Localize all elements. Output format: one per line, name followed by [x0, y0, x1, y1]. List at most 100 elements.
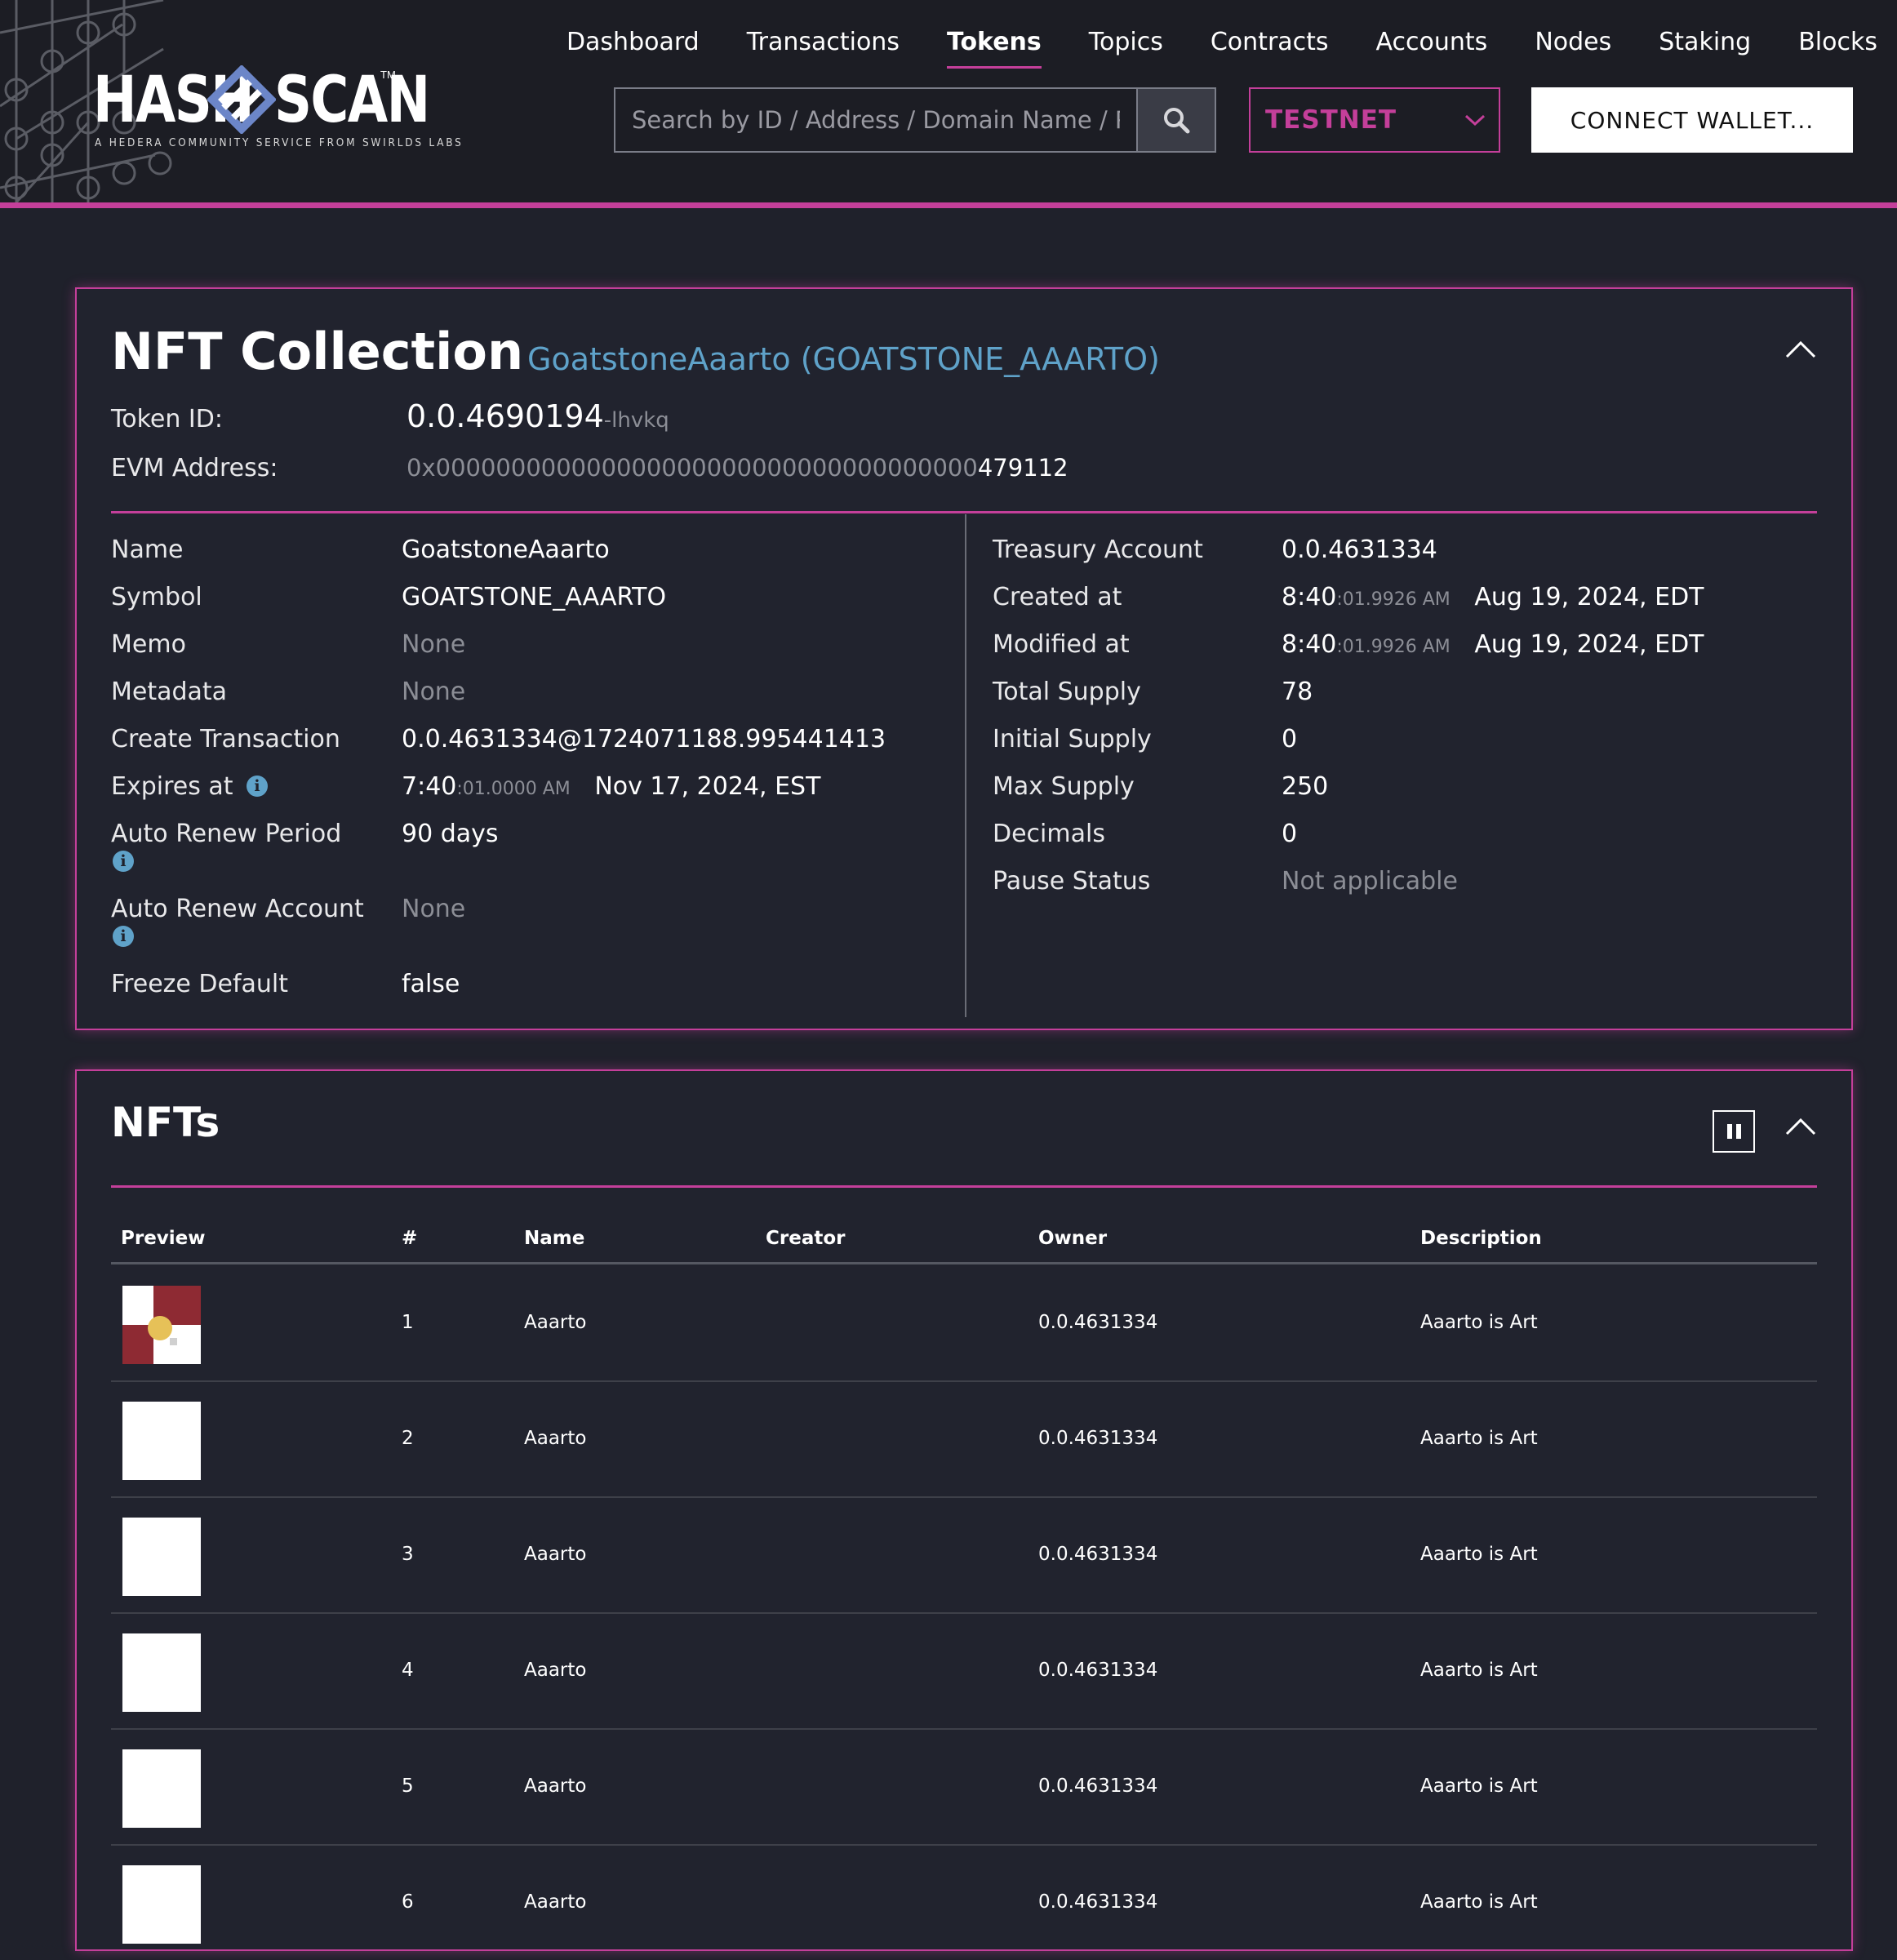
logo-diamond-icon [207, 65, 276, 134]
section-divider [111, 511, 1817, 513]
decimals-label: Decimals [993, 820, 1105, 848]
table-row[interactable]: 3 Aaarto 0.0.4631334 Aaarto is Art [111, 1496, 1817, 1614]
nft-owner[interactable]: 0.0.4631334 [1038, 1264, 1157, 1380]
search-button[interactable] [1136, 89, 1215, 151]
table-row[interactable]: 6 Aaarto 0.0.4631334 Aaarto is Art [111, 1844, 1817, 1960]
info-icon[interactable]: i [113, 926, 134, 947]
hashscan-logo[interactable]: HASH SCAN TM A HEDERA COMMUNITY SERVICE … [93, 64, 461, 153]
nft-owner[interactable]: 0.0.4631334 [1038, 1728, 1157, 1844]
nav-nodes[interactable]: Nodes [1511, 24, 1635, 60]
expires-date: Nov 17, 2024, EST [594, 772, 821, 801]
network-select-value: TESTNET [1265, 105, 1397, 135]
logo-trademark: TM [380, 69, 396, 81]
symbol-label: Symbol [111, 583, 202, 611]
nft-owner[interactable]: 0.0.4631334 [1038, 1612, 1157, 1728]
created-time: 8:40 [1282, 583, 1337, 611]
freeze-default-label: Freeze Default [111, 970, 289, 998]
create-transaction-label: Create Transaction [111, 725, 340, 753]
metadata-value: None [402, 678, 466, 706]
nft-serial: 1 [402, 1312, 414, 1333]
auto-renew-account-value: None [402, 895, 466, 923]
token-id-value: 0.0.4690194-lhvkq [406, 398, 669, 434]
total-supply-value: 78 [1282, 678, 1313, 706]
evm-address-value: 0x00000000000000000000000000000000000047… [406, 454, 1068, 482]
pause-button[interactable] [1713, 1110, 1755, 1153]
collection-subtitle: GoatstoneAaarto (GOATSTONE_AAARTO) [527, 341, 1160, 377]
pause-status-label: Pause Status [993, 867, 1151, 896]
pause-icon [1726, 1124, 1732, 1139]
nav-dashboard[interactable]: Dashboard [543, 24, 723, 60]
created-at-value: 8:40:01.9926 AM Aug 19, 2024, EDT [1282, 583, 1704, 611]
nft-description: Aaarto is Art [1420, 1428, 1538, 1449]
table-row[interactable]: 1 Aaarto 0.0.4631334 Aaarto is Art [111, 1264, 1817, 1382]
network-select[interactable]: TESTNET [1249, 87, 1500, 153]
nft-name: Aaarto [524, 1544, 587, 1565]
card-title: NFT Collection [111, 322, 524, 381]
nft-owner[interactable]: 0.0.4631334 [1038, 1496, 1157, 1612]
nft-owner[interactable]: 0.0.4631334 [1038, 1380, 1157, 1496]
nft-description: Aaarto is Art [1420, 1891, 1538, 1913]
nav-accounts[interactable]: Accounts [1353, 24, 1512, 60]
pause-icon-bar [1735, 1124, 1741, 1139]
search-icon [1164, 108, 1190, 134]
nav-contracts[interactable]: Contracts [1187, 24, 1353, 60]
nav-topics[interactable]: Topics [1065, 24, 1187, 60]
nav-tokens[interactable]: Tokens [923, 24, 1065, 69]
nft-name: Aaarto [524, 1891, 587, 1913]
search-bar [614, 87, 1216, 153]
nft-serial: 4 [402, 1660, 414, 1681]
memo-label: Memo [111, 630, 186, 659]
total-supply-label: Total Supply [993, 678, 1141, 706]
symbol-value: GOATSTONE_AAARTO [402, 583, 667, 611]
name-label: Name [111, 536, 184, 564]
nft-preview-image[interactable] [122, 1518, 201, 1596]
column-header-creator[interactable]: Creator [766, 1228, 845, 1249]
column-header-preview[interactable]: Preview [121, 1228, 206, 1249]
info-icon[interactable]: i [247, 776, 268, 797]
expires-seconds: :01.0000 AM [456, 779, 571, 799]
table-row[interactable]: 4 Aaarto 0.0.4631334 Aaarto is Art [111, 1612, 1817, 1730]
nft-preview-image[interactable] [122, 1749, 201, 1828]
nft-description: Aaarto is Art [1420, 1776, 1538, 1797]
nft-preview-image[interactable] [122, 1402, 201, 1480]
collapse-chevron-up-icon[interactable] [1784, 340, 1817, 359]
auto-renew-account-label: Auto Renew Account [111, 895, 364, 923]
modified-at-label: Modified at [993, 630, 1130, 659]
nft-preview-image[interactable] [122, 1633, 201, 1712]
created-at-label: Created at [993, 583, 1122, 611]
column-header-description[interactable]: Description [1420, 1228, 1542, 1249]
nft-preview-image[interactable] [122, 1865, 201, 1944]
nft-owner[interactable]: 0.0.4631334 [1038, 1844, 1157, 1960]
treasury-account-link[interactable]: 0.0.4631334 [1282, 536, 1437, 564]
collapse-chevron-up-icon[interactable] [1784, 1117, 1817, 1136]
modified-time: 8:40 [1282, 630, 1337, 659]
evm-address-suffix: 479112 [977, 454, 1068, 482]
freeze-default-value: false [402, 970, 460, 998]
column-header-owner[interactable]: Owner [1038, 1228, 1107, 1249]
nft-description: Aaarto is Art [1420, 1312, 1538, 1333]
nft-preview-image[interactable] [122, 1286, 201, 1364]
nfts-card: NFTs Preview # Name Creator Owner Descri… [75, 1069, 1853, 1951]
max-supply-value: 250 [1282, 772, 1329, 801]
top-header: HASH SCAN TM A HEDERA COMMUNITY SERVICE … [0, 0, 1897, 208]
treasury-account-label: Treasury Account [993, 536, 1203, 564]
token-id: 0.0.4690194 [406, 398, 604, 434]
column-header-serial[interactable]: # [402, 1228, 417, 1249]
table-row[interactable]: 5 Aaarto 0.0.4631334 Aaarto is Art [111, 1728, 1817, 1846]
initial-supply-label: Initial Supply [993, 725, 1152, 753]
nav-blocks[interactable]: Blocks [1775, 24, 1877, 60]
table-row[interactable]: 2 Aaarto 0.0.4631334 Aaarto is Art [111, 1380, 1817, 1498]
nft-serial: 6 [402, 1891, 414, 1913]
chevron-down-icon [1464, 114, 1486, 127]
search-input[interactable] [615, 89, 1136, 151]
nav-staking[interactable]: Staking [1635, 24, 1775, 60]
nav-transactions[interactable]: Transactions [723, 24, 923, 60]
info-icon[interactable]: i [113, 851, 134, 872]
column-header-name[interactable]: Name [524, 1228, 584, 1249]
decimals-value: 0 [1282, 820, 1298, 848]
connect-wallet-button[interactable]: CONNECT WALLET... [1531, 87, 1853, 153]
create-transaction-link[interactable]: 0.0.4631334@1724071188.995441413 [402, 725, 886, 753]
nft-name: Aaarto [524, 1312, 587, 1333]
pause-status-value: Not applicable [1282, 867, 1458, 896]
nft-name: Aaarto [524, 1776, 587, 1797]
